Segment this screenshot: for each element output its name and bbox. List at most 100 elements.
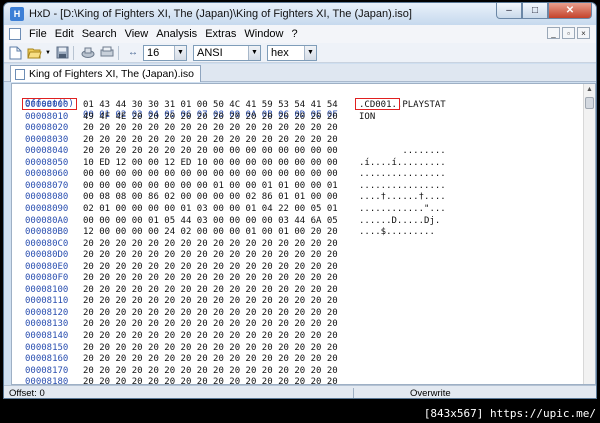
hex-row[interactable]: 00008000 01 43 44 30 30 31 01 00 50 4C 41… bbox=[12, 100, 582, 111]
row-hex-bytes[interactable]: 00 08 08 00 86 02 00 00 00 00 02 86 01 0… bbox=[83, 192, 338, 203]
doc-restore-button[interactable]: ▫ bbox=[562, 27, 575, 39]
hex-row[interactable]: 00008020 20 20 20 20 20 20 20 20 20 20 20… bbox=[12, 123, 582, 134]
close-button[interactable]: ✕ bbox=[548, 3, 592, 19]
menu-file[interactable]: File bbox=[25, 28, 51, 40]
row-hex-bytes[interactable]: 20 20 20 20 20 20 20 20 20 20 20 20 20 2… bbox=[83, 123, 338, 134]
hex-row[interactable]: 00008010 49 4F 4E 20 20 20 20 20 20 20 20… bbox=[12, 112, 582, 123]
row-hex-bytes[interactable]: 20 20 20 20 20 20 20 20 20 20 20 20 20 2… bbox=[83, 239, 338, 250]
row-hex-bytes[interactable]: 12 00 00 00 00 24 02 00 00 00 01 00 01 0… bbox=[83, 227, 338, 238]
row-hex-bytes[interactable]: 20 20 20 20 20 20 20 20 20 20 20 20 20 2… bbox=[83, 308, 338, 319]
title-bar[interactable]: H HxD - [D:\King of Fighters XI, The (Ja… bbox=[4, 3, 596, 25]
window-title: HxD - [D:\King of Fighters XI, The (Japa… bbox=[29, 8, 412, 20]
row-hex-bytes[interactable]: 20 20 20 20 20 20 20 20 20 20 20 20 20 2… bbox=[83, 319, 338, 330]
row-hex-bytes[interactable]: 00 00 00 00 00 00 00 00 01 00 00 01 01 0… bbox=[83, 181, 338, 192]
hex-row[interactable]: 00008120 20 20 20 20 20 20 20 20 20 20 20… bbox=[12, 308, 582, 319]
hex-row[interactable]: 00008180 20 20 20 20 20 20 20 20 20 20 20… bbox=[12, 377, 582, 385]
status-write-mode: Overwrite bbox=[410, 387, 451, 399]
scrollbar-thumb[interactable] bbox=[585, 97, 594, 109]
row-hex-bytes[interactable]: 00 00 00 00 00 00 00 00 00 00 00 00 00 0… bbox=[83, 169, 338, 180]
row-hex-bytes[interactable]: 20 20 20 20 20 20 20 20 20 20 20 20 20 2… bbox=[83, 273, 338, 284]
menu-analysis[interactable]: Analysis bbox=[152, 28, 201, 40]
row-hex-bytes[interactable]: 20 20 20 20 20 20 20 20 20 20 20 20 20 2… bbox=[83, 262, 338, 273]
ram-editor-icon[interactable] bbox=[99, 45, 115, 61]
hex-row[interactable]: 000080B0 12 00 00 00 00 24 02 00 00 00 01… bbox=[12, 227, 582, 238]
row-hex-bytes[interactable]: 02 01 00 00 00 00 01 03 00 00 01 04 22 0… bbox=[83, 204, 338, 215]
row-text[interactable]: ................ bbox=[359, 169, 446, 180]
hex-row[interactable]: 00008100 20 20 20 20 20 20 20 20 20 20 20… bbox=[12, 285, 582, 296]
row-text[interactable]: ........ bbox=[359, 146, 445, 157]
row-hex-bytes[interactable]: 20 20 20 20 20 20 20 20 20 20 20 20 20 2… bbox=[83, 135, 338, 146]
row-text[interactable]: ....$......... bbox=[359, 227, 435, 238]
row-hex-bytes[interactable]: 10 ED 12 00 00 12 ED 10 00 00 00 00 00 0… bbox=[83, 158, 338, 169]
row-hex-bytes[interactable]: 20 20 20 20 20 20 20 20 20 20 20 20 20 2… bbox=[83, 343, 338, 354]
minimize-button[interactable]: – bbox=[496, 3, 522, 19]
row-text[interactable]: ................ bbox=[359, 181, 446, 192]
row-text[interactable]: ............"... bbox=[359, 204, 446, 215]
row-hex-bytes[interactable]: 20 20 20 20 20 20 20 20 20 20 20 20 20 2… bbox=[83, 296, 338, 307]
hex-row[interactable]: 00008080 00 08 08 00 86 02 00 00 00 00 02… bbox=[12, 192, 582, 203]
charset-select[interactable]: ANSI ▼ bbox=[193, 44, 261, 61]
hex-row[interactable]: 00008170 20 20 20 20 20 20 20 20 20 20 20… bbox=[12, 366, 582, 377]
hex-row[interactable]: 000080C0 20 20 20 20 20 20 20 20 20 20 20… bbox=[12, 239, 582, 250]
row-offset: 000080B0 bbox=[25, 227, 69, 238]
hex-row[interactable]: 00008070 00 00 00 00 00 00 00 00 01 00 00… bbox=[12, 181, 582, 192]
bytes-per-row-select[interactable]: 16 ▼ bbox=[143, 44, 187, 61]
hxd-window: H HxD - [D:\King of Fighters XI, The (Ja… bbox=[3, 2, 597, 399]
hex-row[interactable]: 00008030 20 20 20 20 20 20 20 20 20 20 20… bbox=[12, 135, 582, 146]
menu-view[interactable]: View bbox=[121, 28, 153, 40]
menu-extras[interactable]: Extras bbox=[201, 28, 240, 40]
row-offset: 00008180 bbox=[25, 377, 69, 385]
hex-row[interactable]: 00008040 20 20 20 20 20 20 20 20 00 00 00… bbox=[12, 146, 582, 157]
row-text[interactable]: ....†......†.... bbox=[359, 192, 446, 203]
hex-row[interactable]: 00008060 00 00 00 00 00 00 00 00 00 00 00… bbox=[12, 169, 582, 180]
toolbar: ▼ ↔ 16 ▼ ANSI ▼ hex ▼ bbox=[4, 43, 596, 63]
toolbar-separator bbox=[73, 45, 74, 60]
row-hex-bytes[interactable]: 20 20 20 20 20 20 20 20 20 20 20 20 20 2… bbox=[83, 366, 338, 377]
row-hex-bytes[interactable]: 01 43 44 30 30 31 01 00 50 4C 41 59 53 5… bbox=[83, 100, 338, 111]
row-offset: 000080D0 bbox=[25, 250, 69, 261]
row-text[interactable]: ......D.....Dj. bbox=[359, 216, 440, 227]
row-offset: 000080E0 bbox=[25, 261, 69, 272]
disk-editor-icon[interactable] bbox=[80, 45, 96, 61]
menu-help[interactable]: ? bbox=[288, 28, 302, 40]
tab-king-of-fighters-iso[interactable]: King of Fighters XI, The (Japan).iso bbox=[10, 65, 201, 82]
row-text[interactable]: ION bbox=[359, 112, 375, 123]
menu-window[interactable]: Window bbox=[240, 28, 287, 40]
row-hex-bytes[interactable]: 00 00 00 00 01 05 44 03 00 00 00 00 03 4… bbox=[83, 216, 338, 227]
row-text[interactable]: .í....í......... bbox=[359, 158, 446, 169]
hex-editor-view[interactable]: Offset(h) 00 01 02 03 04 05 06 07 08 09 … bbox=[11, 83, 596, 385]
row-hex-bytes[interactable]: 20 20 20 20 20 20 20 20 20 20 20 20 20 2… bbox=[83, 354, 338, 365]
hex-row[interactable]: 00008110 20 20 20 20 20 20 20 20 20 20 20… bbox=[12, 296, 582, 307]
hex-row[interactable]: 000080E0 20 20 20 20 20 20 20 20 20 20 20… bbox=[12, 262, 582, 273]
hex-row[interactable]: 00008150 20 20 20 20 20 20 20 20 20 20 20… bbox=[12, 343, 582, 354]
new-file-icon[interactable] bbox=[7, 45, 23, 61]
hex-row[interactable]: 00008050 10 ED 12 00 00 12 ED 10 00 00 00… bbox=[12, 158, 582, 169]
row-hex-bytes[interactable]: 20 20 20 20 20 20 20 20 00 00 00 00 00 0… bbox=[83, 146, 338, 157]
menu-edit[interactable]: Edit bbox=[51, 28, 78, 40]
vertical-scrollbar[interactable]: ▲ bbox=[583, 84, 595, 384]
maximize-button[interactable]: □ bbox=[522, 3, 548, 19]
scroll-up-arrow-icon[interactable]: ▲ bbox=[584, 84, 595, 95]
save-icon[interactable] bbox=[54, 45, 70, 61]
menu-search[interactable]: Search bbox=[78, 28, 121, 40]
row-hex-bytes[interactable]: 49 4F 4E 20 20 20 20 20 20 20 20 20 20 2… bbox=[83, 112, 338, 123]
row-hex-bytes[interactable]: 20 20 20 20 20 20 20 20 20 20 20 20 20 2… bbox=[83, 250, 338, 261]
hex-row[interactable]: 00008140 20 20 20 20 20 20 20 20 20 20 20… bbox=[12, 331, 582, 342]
doc-minimize-button[interactable]: _ bbox=[547, 27, 560, 39]
hex-row[interactable]: 00008130 20 20 20 20 20 20 20 20 20 20 20… bbox=[12, 319, 582, 330]
row-hex-bytes[interactable]: 20 20 20 20 20 20 20 20 20 20 20 20 20 2… bbox=[83, 331, 338, 342]
doc-close-button[interactable]: × bbox=[577, 27, 590, 39]
row-hex-bytes[interactable]: 20 20 20 20 20 20 20 20 20 20 20 20 20 2… bbox=[83, 377, 338, 384]
hex-row[interactable]: 00008160 20 20 20 20 20 20 20 20 20 20 20… bbox=[12, 354, 582, 365]
hex-row[interactable]: 000080A0 00 00 00 00 01 05 44 03 00 00 00… bbox=[12, 216, 582, 227]
offset-base-select[interactable]: hex ▼ bbox=[267, 44, 317, 61]
hex-row[interactable]: 000080F0 20 20 20 20 20 20 20 20 20 20 20… bbox=[12, 273, 582, 284]
row-offset: 00008100 bbox=[25, 284, 69, 295]
hex-row[interactable]: 000080D0 20 20 20 20 20 20 20 20 20 20 20… bbox=[12, 250, 582, 261]
open-file-icon[interactable] bbox=[26, 45, 42, 61]
row-offset: 00008040 bbox=[25, 146, 69, 157]
open-dropdown-icon[interactable]: ▼ bbox=[45, 45, 51, 61]
hex-row[interactable]: 00008090 02 01 00 00 00 00 01 03 00 00 01… bbox=[12, 204, 582, 215]
document-icon[interactable] bbox=[9, 28, 21, 40]
row-hex-bytes[interactable]: 20 20 20 20 20 20 20 20 20 20 20 20 20 2… bbox=[83, 285, 338, 296]
